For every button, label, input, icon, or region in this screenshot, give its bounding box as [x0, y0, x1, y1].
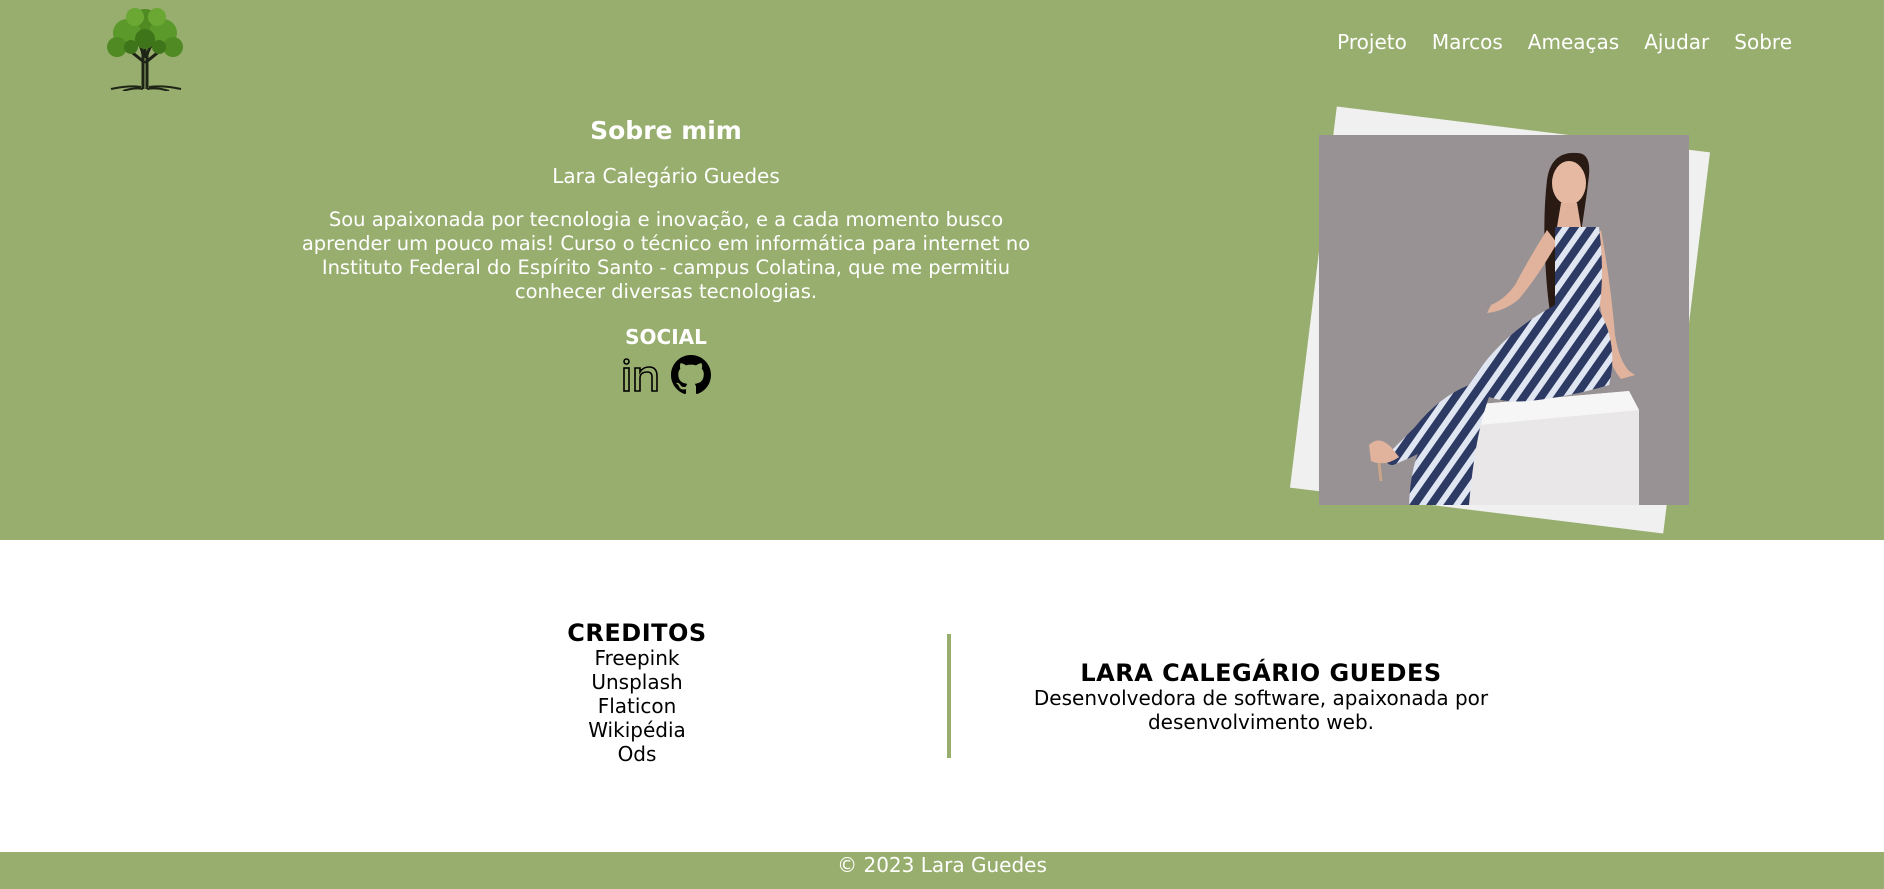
tree-logo[interactable] — [103, 3, 187, 92]
about-name: Lara Calegário Guedes — [552, 164, 780, 188]
about-bio: Sou apaixonada por tecnologia e inovação… — [301, 208, 1031, 303]
credits-title: CREDITOS — [567, 619, 707, 647]
hero-section: Projeto Marcos Ameaças Ajudar Sobre Sobr… — [0, 0, 1884, 540]
profile-photo-frame — [1290, 106, 1716, 536]
nav-link-sobre[interactable]: Sobre — [1734, 30, 1792, 54]
footer-content: CREDITOS Freepink Unsplash Flaticon Wiki… — [0, 540, 1884, 852]
nav-link-ajudar[interactable]: Ajudar — [1644, 30, 1709, 54]
copyright-text: © 2023 Lara Guedes — [837, 853, 1047, 877]
social-links — [300, 355, 1032, 395]
copyright-bar: © 2023 Lara Guedes — [0, 852, 1884, 889]
nav-link-ameacas[interactable]: Ameaças — [1528, 30, 1619, 54]
nav-link-marcos[interactable]: Marcos — [1432, 30, 1503, 54]
author-description: Desenvolvedora de software, apaixonada p… — [1033, 686, 1489, 734]
about-section: Sobre mim Lara Calegário Guedes Sou apai… — [300, 114, 1032, 395]
social-title: SOCIAL — [625, 325, 707, 349]
footer-divider — [947, 634, 951, 758]
credit-item[interactable]: Flaticon — [537, 694, 737, 718]
github-icon[interactable] — [671, 355, 711, 395]
main-nav: Projeto Marcos Ameaças Ajudar Sobre — [1337, 30, 1792, 54]
credit-item[interactable]: Wikipédia — [537, 718, 737, 742]
credit-item[interactable]: Ods — [537, 742, 737, 766]
credits-section: CREDITOS Freepink Unsplash Flaticon Wiki… — [537, 620, 737, 766]
linkedin-icon[interactable] — [621, 355, 661, 395]
tree-icon — [107, 8, 183, 92]
author-section: LARA CALEGÁRIO GUEDES Desenvolvedora de … — [1010, 660, 1512, 734]
author-title: LARA CALEGÁRIO GUEDES — [1080, 659, 1442, 687]
credit-item[interactable]: Unsplash — [537, 670, 737, 694]
credit-item[interactable]: Freepink — [537, 646, 737, 670]
nav-link-projeto[interactable]: Projeto — [1337, 30, 1407, 54]
about-title: Sobre mim — [590, 116, 742, 145]
profile-photo — [1319, 135, 1689, 505]
